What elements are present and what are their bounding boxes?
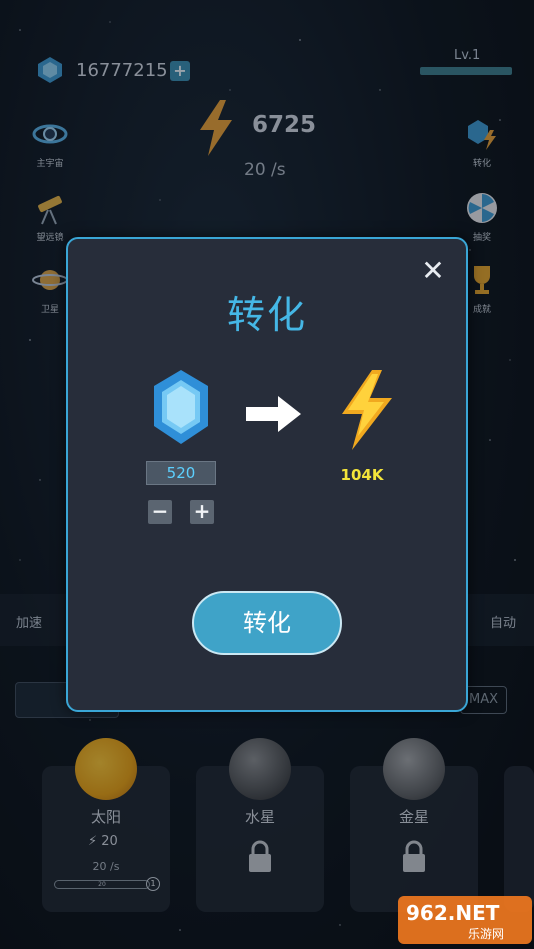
arrow-right-icon	[246, 394, 302, 434]
gem-amount-input[interactable]	[146, 461, 216, 485]
minus-button[interactable]: −	[148, 500, 172, 524]
energy-result: 104K	[340, 466, 384, 484]
convert-button[interactable]: 转化	[192, 591, 342, 655]
lightning-icon	[336, 370, 398, 450]
watermark-logo: 962.NET 乐游网	[398, 896, 532, 944]
close-button[interactable]: ✕	[420, 257, 446, 285]
plus-button[interactable]: +	[190, 500, 214, 524]
svg-text:962.NET: 962.NET	[406, 901, 500, 925]
dialog-title: 转化	[226, 293, 307, 337]
gem-icon	[151, 368, 211, 448]
svg-text:乐游网: 乐游网	[468, 927, 504, 941]
